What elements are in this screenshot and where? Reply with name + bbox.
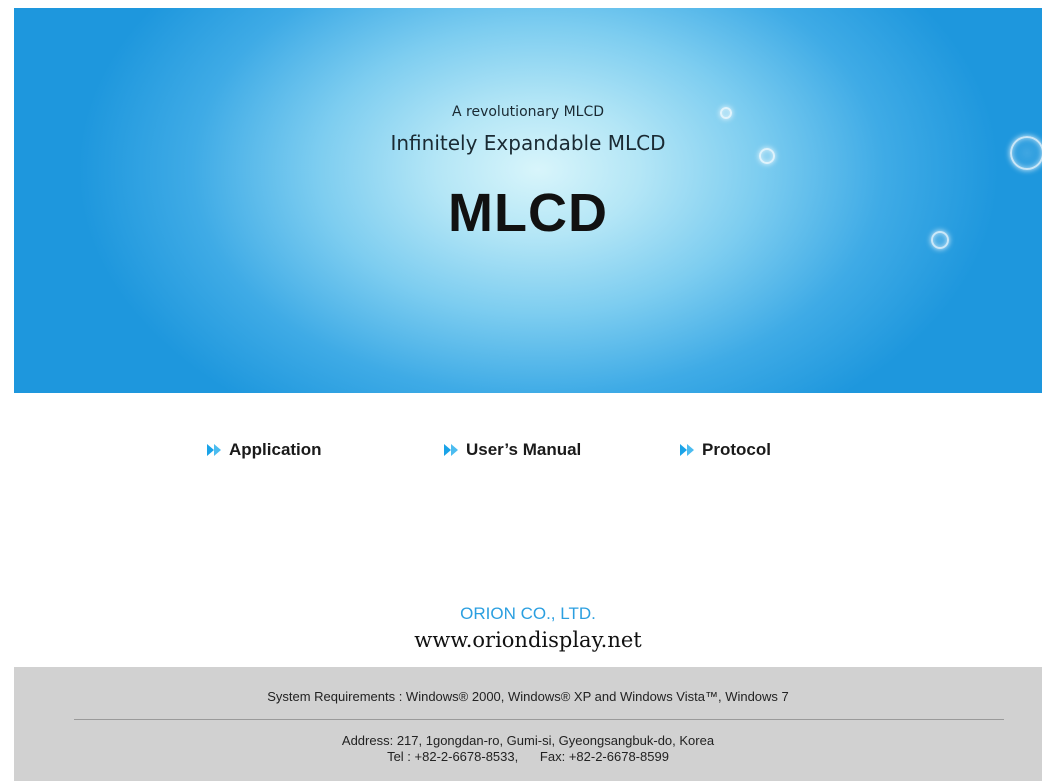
hero-banner: A revolutionary MLCD Infinitely Expandab… bbox=[14, 8, 1042, 393]
footer: System Requirements : Windows® 2000, Win… bbox=[14, 667, 1042, 781]
system-requirements: System Requirements : Windows® 2000, Win… bbox=[267, 689, 789, 704]
users-manual-link-label: User’s Manual bbox=[466, 440, 582, 459]
launcher-window: A revolutionary MLCD Infinitely Expandab… bbox=[14, 8, 1042, 781]
hero-tagline: A revolutionary MLCD bbox=[451, 104, 605, 120]
footer-divider bbox=[74, 719, 1004, 720]
protocol-link-label: Protocol bbox=[702, 440, 771, 459]
application-link[interactable]: Application bbox=[207, 440, 322, 460]
link-bar: Application User’s Manual Protocol bbox=[14, 440, 1042, 464]
double-arrow-icon bbox=[680, 444, 694, 456]
application-link-label: Application bbox=[229, 440, 322, 459]
fax: Fax: +82-2-6678-8599 bbox=[539, 749, 669, 764]
tel: Tel : +82-2-6678-8533, bbox=[387, 749, 519, 764]
address: Address: 217, 1gongdan-ro, Gumi-si, Gyeo… bbox=[341, 733, 715, 748]
double-arrow-icon bbox=[444, 444, 458, 456]
company-name: ORION CO., LTD. bbox=[460, 604, 596, 623]
website-link[interactable]: www.oriondisplay.net bbox=[14, 628, 1042, 652]
double-arrow-icon bbox=[207, 444, 221, 456]
product-title: MLCD bbox=[448, 183, 608, 243]
hero-subtitle: Infinitely Expandable MLCD bbox=[390, 131, 666, 155]
protocol-link[interactable]: Protocol bbox=[680, 440, 771, 460]
users-manual-link[interactable]: User’s Manual bbox=[444, 440, 581, 460]
contact-line: Tel : +82-2-6678-8533, Fax: +82-2-6678-8… bbox=[14, 749, 1042, 764]
